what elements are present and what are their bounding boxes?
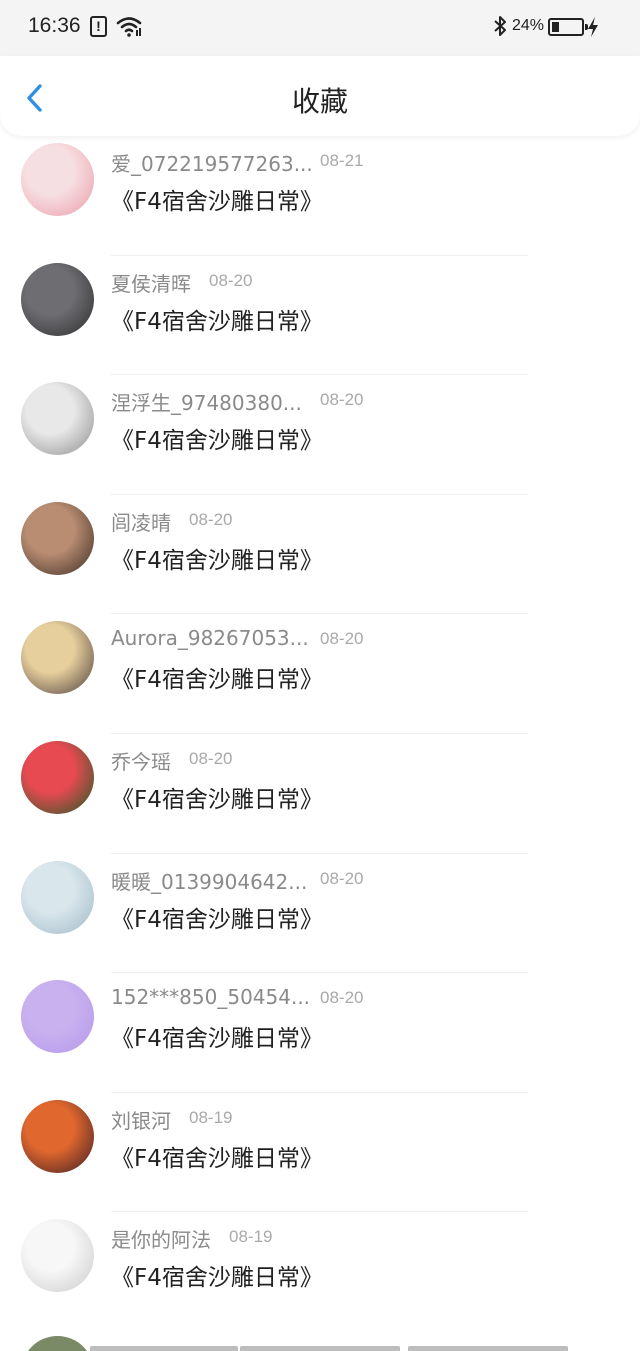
favorite-date: 08-20 bbox=[320, 629, 364, 649]
alert-icon: ! bbox=[90, 16, 107, 37]
user-name: 乔今瑶 bbox=[111, 749, 171, 774]
book-title[interactable]: 《F4宿舍沙雕日常》 bbox=[111, 302, 323, 336]
avatar[interactable] bbox=[21, 980, 94, 1054]
list-item[interactable]: 夏侯清晖 08-20 《F4宿舍沙雕日常》 bbox=[0, 256, 640, 376]
list-item[interactable]: 爱_072219577263... 08-21 《F4宿舍沙雕日常》 bbox=[0, 136, 640, 256]
avatar[interactable] bbox=[21, 501, 94, 575]
list-item[interactable]: Aurora_98267053... 08-20 《F4宿舍沙雕日常》 bbox=[0, 614, 640, 734]
book-title[interactable]: 《F4宿舍沙雕日常》 bbox=[111, 900, 323, 934]
avatar[interactable] bbox=[21, 143, 94, 216]
book-title[interactable]: 《F4宿舍沙雕日常》 bbox=[111, 1139, 323, 1173]
user-name: 是你的阿法 bbox=[111, 1228, 211, 1253]
list-item[interactable]: 刘银河 08-19 《F4宿舍沙雕日常》 bbox=[0, 1093, 640, 1213]
avatar[interactable] bbox=[21, 1219, 94, 1293]
user-name: 暖暖_0139904642... bbox=[111, 869, 308, 894]
favorite-date: 08-21 bbox=[320, 151, 364, 170]
book-title[interactable]: 《F4宿舍沙雕日常》 bbox=[111, 1258, 323, 1292]
favorite-date: 08-19 bbox=[229, 1227, 273, 1247]
next-row-peek bbox=[0, 1314, 640, 1351]
favorite-date: 08-20 bbox=[189, 748, 233, 768]
avatar bbox=[21, 1336, 94, 1351]
list-item[interactable]: 闾凌晴 08-20 《F4宿舍沙雕日常》 bbox=[0, 495, 640, 615]
status-time: 16:36 bbox=[28, 14, 81, 37]
user-name: 152***850_50454... bbox=[111, 985, 311, 1010]
user-name: 夏侯清晖 bbox=[111, 271, 191, 296]
book-title[interactable]: 《F4宿舍沙雕日常》 bbox=[111, 421, 323, 455]
header: 收藏 bbox=[0, 56, 640, 136]
favorite-date: 08-20 bbox=[209, 270, 253, 290]
user-name: 刘银河 bbox=[111, 1108, 171, 1133]
avatar[interactable] bbox=[21, 860, 94, 934]
peek-bar bbox=[408, 1346, 568, 1351]
list-item[interactable]: 暖暖_0139904642... 08-20 《F4宿舍沙雕日常》 bbox=[0, 854, 640, 974]
wifi-icon bbox=[116, 17, 142, 37]
list-item[interactable]: 涅浮生_97480380... 08-20 《F4宿舍沙雕日常》 bbox=[0, 375, 640, 495]
book-title[interactable]: 《F4宿舍沙雕日常》 bbox=[111, 182, 323, 216]
charging-icon bbox=[588, 17, 598, 37]
bluetooth-icon bbox=[494, 16, 506, 36]
favorite-date: 08-19 bbox=[189, 1107, 233, 1127]
page-title: 收藏 bbox=[291, 85, 348, 118]
favorite-date: 08-20 bbox=[320, 390, 364, 410]
favorites-list: 爱_072219577263... 08-21 《F4宿舍沙雕日常》 夏侯清晖 08-2… bbox=[0, 136, 640, 1332]
favorite-date: 08-20 bbox=[320, 988, 364, 1008]
favorite-date: 08-20 bbox=[320, 868, 364, 888]
list-item[interactable]: 乔今瑶 08-20 《F4宿舍沙雕日常》 bbox=[0, 734, 640, 854]
battery-percent: 24% bbox=[512, 17, 545, 34]
user-name: 爱_072219577263... bbox=[111, 152, 313, 176]
status-bar: 16:36 ! 24% bbox=[0, 0, 640, 56]
favorite-date: 08-20 bbox=[189, 509, 233, 529]
avatar[interactable] bbox=[21, 382, 94, 456]
battery-icon bbox=[548, 18, 588, 36]
avatar[interactable] bbox=[21, 740, 94, 814]
peek-bar bbox=[240, 1346, 400, 1351]
user-name: 闾凌晴 bbox=[111, 510, 171, 535]
avatar[interactable] bbox=[21, 621, 94, 695]
avatar[interactable] bbox=[21, 262, 94, 336]
list-item[interactable]: 152***850_50454... 08-20 《F4宿舍沙雕日常》 bbox=[0, 973, 640, 1093]
book-title[interactable]: 《F4宿舍沙雕日常》 bbox=[111, 1019, 323, 1053]
book-title[interactable]: 《F4宿舍沙雕日常》 bbox=[111, 660, 323, 694]
peek-bar bbox=[90, 1346, 238, 1351]
book-title[interactable]: 《F4宿舍沙雕日常》 bbox=[111, 541, 323, 575]
user-name: Aurora_98267053... bbox=[111, 626, 309, 651]
book-title[interactable]: 《F4宿舍沙雕日常》 bbox=[111, 780, 323, 814]
avatar[interactable] bbox=[21, 1099, 94, 1173]
user-name: 涅浮生_97480380... bbox=[111, 391, 302, 416]
